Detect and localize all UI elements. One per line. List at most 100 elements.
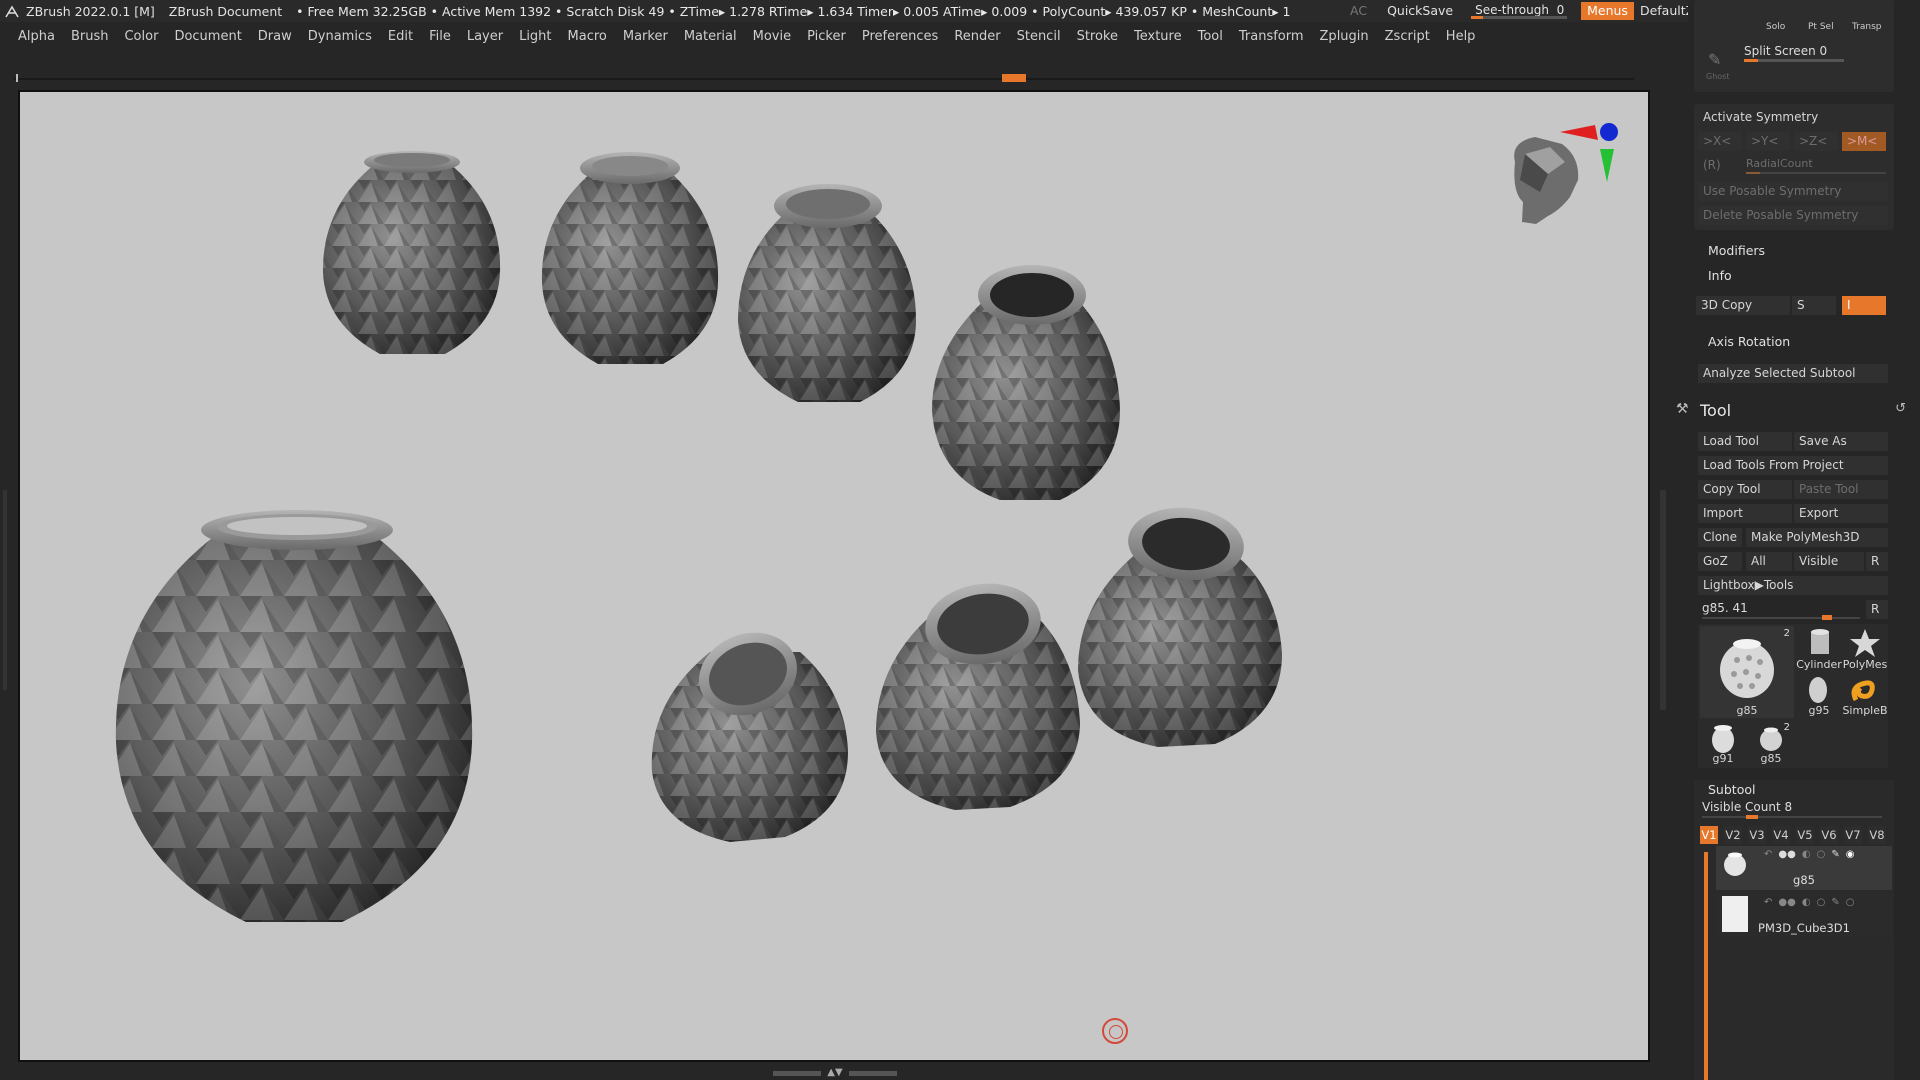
radial-count-slider[interactable]: RadialCount bbox=[1746, 156, 1886, 176]
menu-picker[interactable]: Picker bbox=[799, 29, 854, 44]
ac-button[interactable]: AC bbox=[1340, 0, 1377, 22]
subtool-g85-toggle-icon[interactable]: ●● bbox=[1778, 849, 1795, 860]
subtool-cube-eye-icon[interactable]: ○ bbox=[1846, 897, 1855, 908]
menu-document[interactable]: Document bbox=[166, 29, 249, 44]
menu-light[interactable]: Light bbox=[511, 29, 559, 44]
subtool-cube-toggle-icon[interactable]: ●● bbox=[1778, 897, 1795, 908]
right-tray-handle[interactable] bbox=[1652, 90, 1688, 1080]
analyze-selected-subtool-button[interactable]: Analyze Selected Subtool bbox=[1698, 364, 1888, 383]
tool-thumb-g91[interactable]: g91 bbox=[1700, 722, 1746, 768]
current-tool-slider[interactable]: g85. 41 bbox=[1698, 600, 1864, 620]
refresh-icon[interactable]: ↺ bbox=[1895, 401, 1906, 416]
tool-thumb-cylinder[interactable]: Cylinder bbox=[1796, 626, 1842, 672]
menu-alpha[interactable]: Alpha bbox=[10, 29, 63, 44]
navigation-gizmo[interactable] bbox=[1514, 123, 1618, 224]
delete-posable-symmetry-button[interactable]: Delete Posable Symmetry bbox=[1698, 206, 1888, 225]
subtool-tab-v7[interactable]: V7 bbox=[1844, 826, 1862, 844]
menu-dynamics[interactable]: Dynamics bbox=[300, 29, 380, 44]
info-header[interactable]: Info bbox=[1708, 268, 1732, 283]
menu-layer[interactable]: Layer bbox=[459, 29, 511, 44]
lightbox-tools-button[interactable]: Lightbox▶Tools bbox=[1698, 576, 1888, 595]
menu-edit[interactable]: Edit bbox=[380, 29, 421, 44]
tool-thumb-g85-small[interactable]: 2 g85 bbox=[1748, 722, 1794, 768]
subtool-tab-v5[interactable]: V5 bbox=[1796, 826, 1814, 844]
copy3d-button[interactable]: 3D Copy bbox=[1696, 296, 1790, 315]
menu-render[interactable]: Render bbox=[946, 29, 1008, 44]
menu-tool[interactable]: Tool bbox=[1190, 29, 1231, 44]
subtool-g85-pen-icon[interactable]: ✎ bbox=[1831, 849, 1839, 860]
goz-all-button[interactable]: All bbox=[1746, 552, 1792, 571]
document-canvas[interactable] bbox=[18, 90, 1650, 1062]
menu-color[interactable]: Color bbox=[116, 29, 166, 44]
menu-texture[interactable]: Texture bbox=[1126, 29, 1190, 44]
make-polymesh3d-button[interactable]: Make PolyMesh3D bbox=[1746, 528, 1888, 547]
load-tools-from-project-button[interactable]: Load Tools From Project bbox=[1698, 456, 1888, 475]
ghost-button[interactable]: Ghost bbox=[1706, 72, 1729, 81]
timeline-scrubber[interactable] bbox=[14, 74, 1634, 84]
current-tool-slider-knob[interactable] bbox=[1822, 615, 1832, 620]
menu-stroke[interactable]: Stroke bbox=[1069, 29, 1126, 44]
goz-visible-button[interactable]: Visible bbox=[1794, 552, 1864, 571]
subtool-cube-arrow-icon[interactable]: ↶ bbox=[1764, 897, 1772, 908]
menu-help[interactable]: Help bbox=[1438, 29, 1484, 44]
copy3d-i-button[interactable]: I bbox=[1842, 296, 1886, 315]
visible-count-slider[interactable]: Visible Count 8 bbox=[1702, 800, 1882, 820]
goz-r-button[interactable]: R bbox=[1866, 552, 1888, 571]
tool-thumb-polymesh[interactable]: PolyMes bbox=[1842, 626, 1888, 672]
save-as-button[interactable]: Save As bbox=[1794, 432, 1888, 451]
menu-transform[interactable]: Transform bbox=[1231, 29, 1312, 44]
menu-stencil[interactable]: Stencil bbox=[1009, 29, 1069, 44]
tool-thumb-g95[interactable]: g95 bbox=[1796, 674, 1842, 720]
goz-button[interactable]: GoZ bbox=[1698, 552, 1742, 571]
import-button[interactable]: Import bbox=[1698, 504, 1792, 523]
subtool-cube-half-icon[interactable]: ◐ bbox=[1802, 897, 1811, 908]
menu-macro[interactable]: Macro bbox=[560, 29, 615, 44]
subtool-g85-arrow-icon[interactable]: ↶ bbox=[1764, 849, 1772, 860]
subtool-g85-dot-icon[interactable]: ○ bbox=[1817, 849, 1826, 860]
transp-button[interactable]: Transp bbox=[1852, 22, 1882, 32]
left-tray-handle[interactable] bbox=[0, 90, 14, 1062]
see-through-slider[interactable]: See-through 0 bbox=[1469, 1, 1569, 21]
copy3d-s-button[interactable]: S bbox=[1792, 296, 1836, 315]
activate-symmetry-button[interactable]: Activate Symmetry bbox=[1698, 108, 1888, 127]
modifiers-header[interactable]: Modifiers bbox=[1708, 243, 1765, 258]
subtool-scrollbar[interactable] bbox=[1704, 852, 1708, 1080]
subtool-tab-v6[interactable]: V6 bbox=[1820, 826, 1838, 844]
solo-button[interactable]: Solo bbox=[1766, 22, 1785, 32]
symmetry-r-button[interactable]: (R) bbox=[1698, 156, 1742, 175]
subtool-header[interactable]: Subtool bbox=[1708, 782, 1755, 797]
menu-file[interactable]: File bbox=[421, 29, 459, 44]
menu-preferences[interactable]: Preferences bbox=[854, 29, 946, 44]
use-posable-symmetry-button[interactable]: Use Posable Symmetry bbox=[1698, 182, 1888, 201]
timeline-marker[interactable] bbox=[1002, 74, 1026, 82]
menu-marker[interactable]: Marker bbox=[615, 29, 676, 44]
tool-thumb-g85-main[interactable]: 2 g85 bbox=[1700, 626, 1794, 718]
tool-thumb-simpleb[interactable]: SimpleB bbox=[1842, 674, 1888, 720]
quicksave-button[interactable]: QuickSave bbox=[1377, 0, 1463, 22]
subtool-cube-pen-icon[interactable]: ✎ bbox=[1831, 897, 1839, 908]
menu-zscript[interactable]: Zscript bbox=[1377, 29, 1438, 44]
symmetry-y-button[interactable]: >Y< bbox=[1746, 132, 1790, 151]
subtool-g85-eye-icon[interactable]: ◉ bbox=[1846, 849, 1855, 860]
menu-material[interactable]: Material bbox=[676, 29, 745, 44]
subtool-cube-dot-icon[interactable]: ○ bbox=[1817, 897, 1826, 908]
clone-button[interactable]: Clone bbox=[1698, 528, 1742, 547]
export-button[interactable]: Export bbox=[1794, 504, 1888, 523]
symmetry-z-button[interactable]: >Z< bbox=[1794, 132, 1838, 151]
paste-tool-button[interactable]: Paste Tool bbox=[1794, 480, 1888, 499]
subtool-tab-v3[interactable]: V3 bbox=[1748, 826, 1766, 844]
tool-palette-header[interactable]: ⚒ Tool ↺ bbox=[1676, 398, 1920, 422]
menu-draw[interactable]: Draw bbox=[250, 29, 300, 44]
axis-rotation-header[interactable]: Axis Rotation bbox=[1708, 334, 1790, 349]
subtool-item-pm3d-cube[interactable]: ↶ ●● ◐ ○ ✎ ○ PM3D_Cube3D1 bbox=[1716, 894, 1892, 938]
load-tool-button[interactable]: Load Tool bbox=[1698, 432, 1792, 451]
subtool-tab-v2[interactable]: V2 bbox=[1724, 826, 1742, 844]
menu-zplugin[interactable]: Zplugin bbox=[1312, 29, 1377, 44]
menus-button[interactable]: Menus bbox=[1581, 2, 1634, 20]
subtool-tab-v4[interactable]: V4 bbox=[1772, 826, 1790, 844]
menu-brush[interactable]: Brush bbox=[63, 29, 117, 44]
subtool-g85-half-icon[interactable]: ◐ bbox=[1802, 849, 1811, 860]
subtool-tab-v8[interactable]: V8 bbox=[1868, 826, 1886, 844]
bottom-tray-handle[interactable]: ▲▼ bbox=[770, 1068, 900, 1078]
subtool-tab-v1[interactable]: V1 bbox=[1700, 826, 1718, 844]
